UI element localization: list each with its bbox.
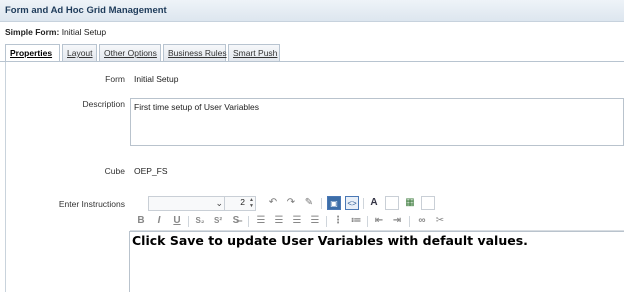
tab-business-rules[interactable]: Business Rules	[163, 44, 227, 61]
bold-icon[interactable]: B	[134, 214, 148, 228]
cube-value: OEP_FS	[134, 166, 168, 176]
font-size-spinner[interactable]: 2 ▲ ▼	[224, 196, 256, 211]
toolbar-separator	[248, 216, 249, 227]
align-left-icon[interactable]: ☰	[254, 214, 268, 228]
toolbar-separator	[326, 216, 327, 227]
table-icon[interactable]: ▦	[403, 196, 417, 210]
toolbar-separator	[363, 198, 364, 209]
editor-toolbar-top: ⌄ 2 ▲ ▼ ↶ ↷ ✎ ▣ <> A ▦	[130, 195, 624, 212]
toolbar-separator	[409, 216, 410, 227]
numbered-list-icon[interactable]: ⋮	[331, 214, 345, 228]
form-name-line: Simple Form: Initial Setup	[5, 27, 106, 37]
form-name-value: Initial Setup	[61, 27, 107, 37]
highlight-color-icon[interactable]	[385, 196, 399, 210]
description-label: Description	[82, 99, 125, 109]
text-color-icon[interactable]: A	[367, 196, 381, 210]
instructions-label: Enter Instructions	[58, 199, 125, 209]
form-type-label: Simple Form:	[5, 27, 60, 37]
cube-label: Cube	[104, 166, 125, 176]
subscript-icon[interactable]: S₂	[193, 214, 207, 228]
dialog-titlebar: Form and Ad Hoc Grid Management	[0, 0, 624, 22]
font-family-dropdown[interactable]: ⌄	[148, 196, 228, 211]
link-icon[interactable]: ∞	[415, 214, 429, 228]
align-center-icon[interactable]: ☰	[272, 214, 286, 228]
redo-icon[interactable]: ↷	[284, 196, 298, 210]
chevron-down-icon: ⌄	[215, 198, 223, 208]
indent-icon[interactable]: ⇥	[390, 214, 404, 228]
editor-toolbar-format: B I U S₂ S² S̶ ☰ ☰ ☰ ☰ ⋮ ≔ ⇤ ⇥ ∞ ✂	[130, 213, 624, 231]
toolbar-separator	[367, 216, 368, 227]
form-label: Form	[105, 74, 125, 84]
source-view-icon[interactable]: <>	[345, 196, 359, 210]
tab-layout[interactable]: Layout	[62, 44, 97, 61]
eraser-icon[interactable]: ✎	[302, 196, 316, 210]
spinner-arrows-icon[interactable]: ▲ ▼	[249, 197, 254, 209]
form-value: Initial Setup	[134, 74, 179, 84]
font-size-value: 2	[240, 197, 245, 207]
dialog-title: Form and Ad Hoc Grid Management	[5, 5, 167, 16]
tab-other-options[interactable]: Other Options	[99, 44, 161, 61]
outdent-icon[interactable]: ⇤	[372, 214, 386, 228]
design-view-icon[interactable]: ▣	[327, 196, 341, 210]
underline-icon[interactable]: U	[170, 214, 184, 228]
undo-icon[interactable]: ↶	[266, 196, 280, 210]
align-right-icon[interactable]: ☰	[290, 214, 304, 228]
instructions-editor[interactable]: Click Save to update User Variables with…	[129, 231, 624, 292]
instructions-text: Click Save to update User Variables with…	[132, 233, 528, 248]
italic-icon[interactable]: I	[152, 214, 166, 228]
justify-icon[interactable]: ☰	[308, 214, 322, 228]
background-color-icon[interactable]	[421, 196, 435, 210]
strikethrough-icon[interactable]: S̶	[229, 214, 243, 228]
description-field[interactable]: First time setup of User Variables	[130, 98, 624, 146]
bullet-list-icon[interactable]: ≔	[349, 214, 363, 228]
toolbar-separator	[188, 216, 189, 227]
tab-smart-push[interactable]: Smart Push	[228, 44, 280, 61]
toolbar-separator	[321, 198, 322, 209]
tab-properties[interactable]: Properties	[5, 44, 60, 62]
unlink-icon[interactable]: ✂	[433, 214, 447, 228]
superscript-icon[interactable]: S²	[211, 214, 225, 228]
